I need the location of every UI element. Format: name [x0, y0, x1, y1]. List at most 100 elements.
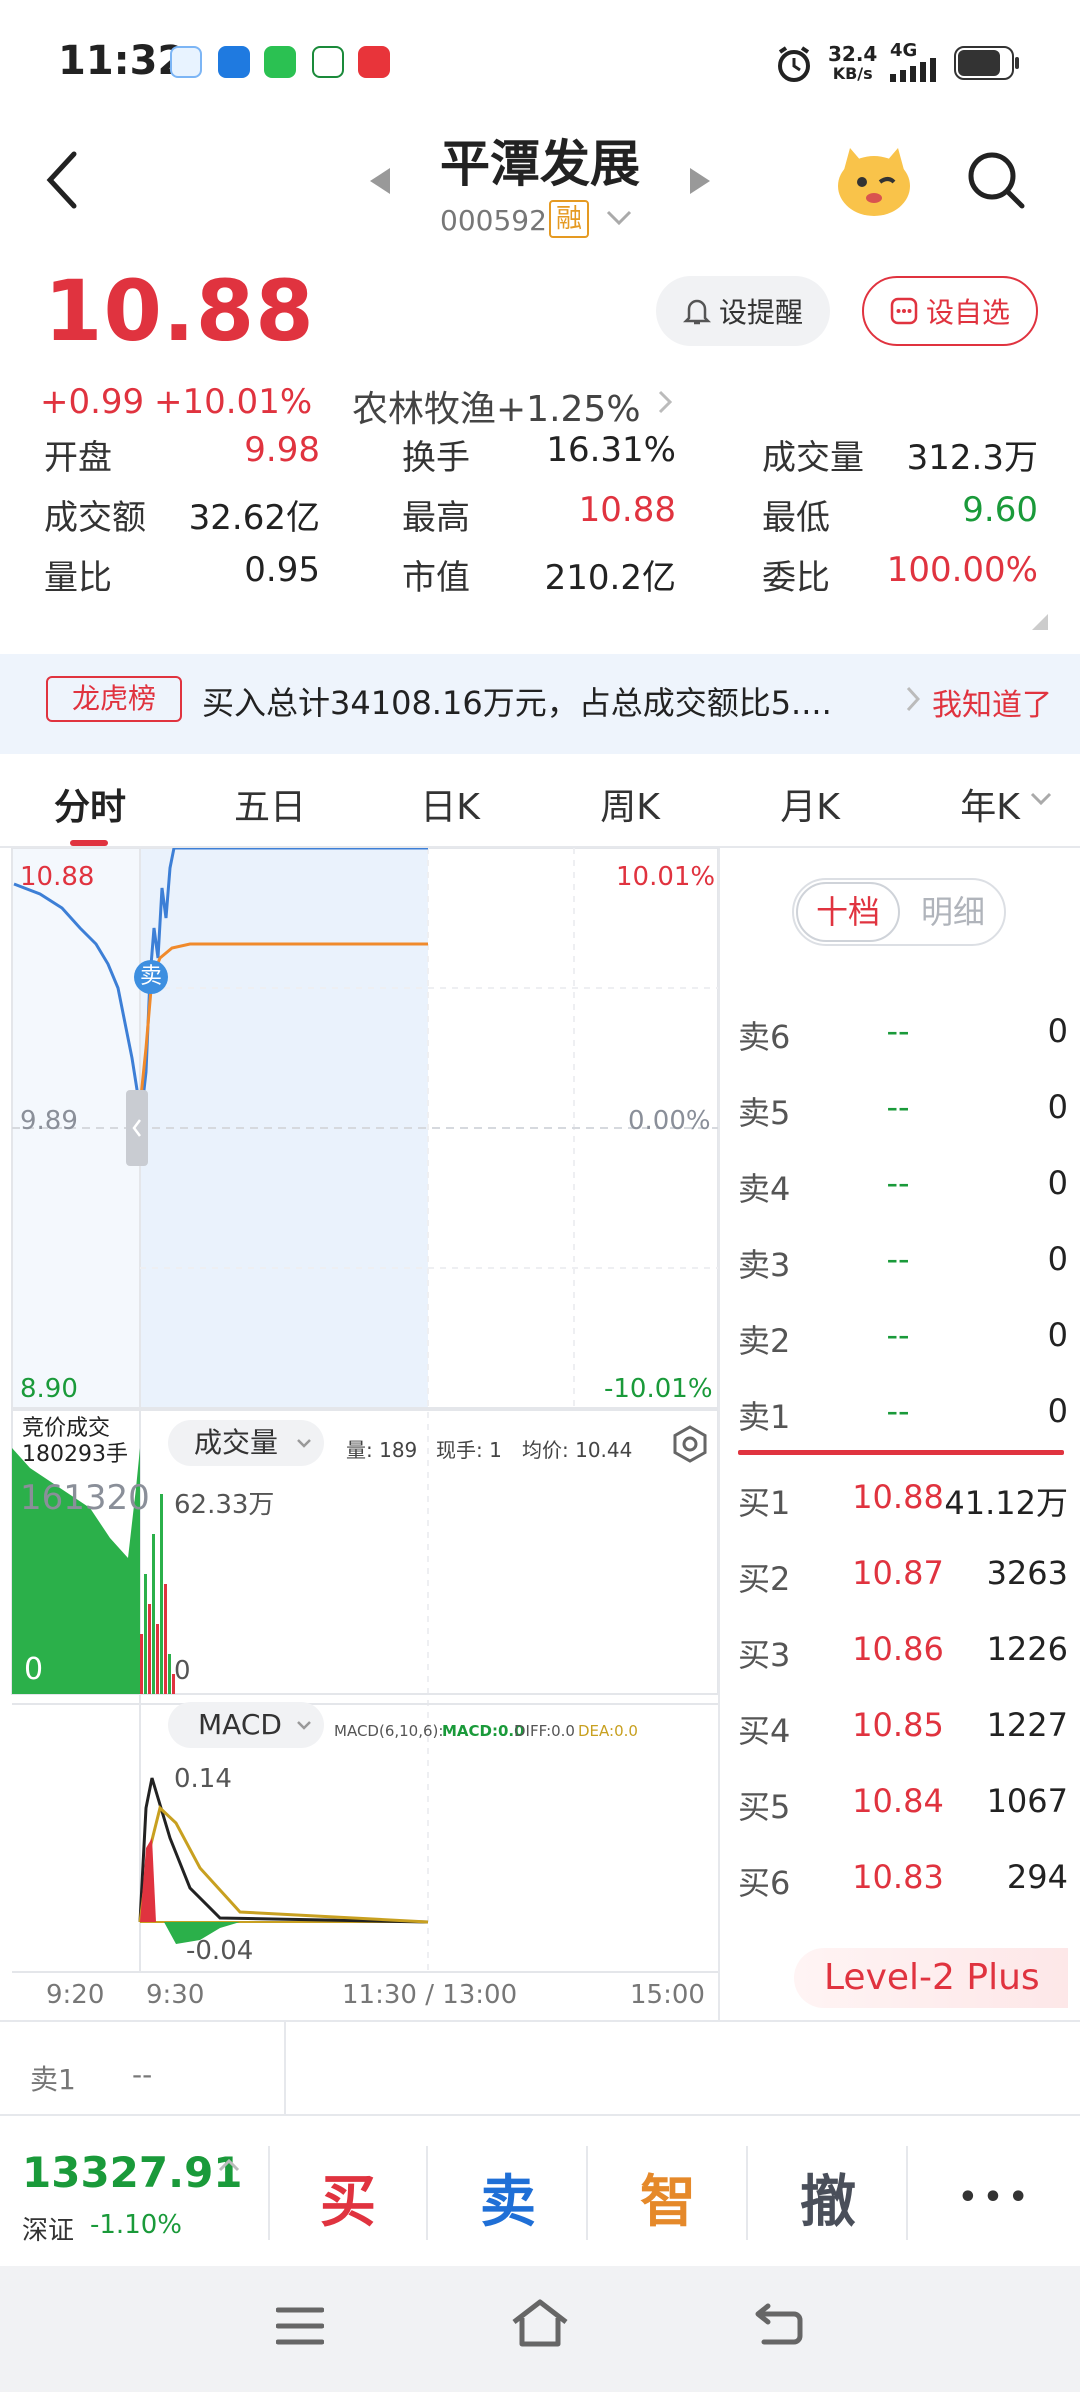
stock-code: 000592	[440, 204, 547, 237]
bid-volume: 1226	[986, 1630, 1068, 1668]
chevron-down-icon	[297, 1721, 311, 1730]
smart-button[interactable]: 智	[588, 2152, 748, 2242]
next-stock-icon[interactable]	[688, 166, 712, 196]
vol-zero-left: 0	[24, 1652, 44, 1687]
cancel-order-button[interactable]: 撤	[748, 2152, 908, 2242]
watchlist-icon	[890, 297, 918, 325]
bid-row[interactable]: 买1 10.88 41.12万	[738, 1478, 1068, 1554]
price-high-label: 10.88	[20, 862, 95, 892]
dragon-tiger-tag: 龙虎榜	[46, 676, 182, 722]
search-icon[interactable]	[966, 150, 1026, 210]
tab-period-3[interactable]: 周K	[550, 778, 710, 830]
notice-chevron-icon	[906, 686, 920, 712]
stat-value: 10.88	[578, 490, 676, 530]
more-button[interactable]: •••	[916, 2152, 1076, 2242]
bid-volume: 294	[1006, 1858, 1068, 1896]
status-bar: 11:32 32.4 KB/s 4G	[0, 0, 1080, 120]
ask-row[interactable]: 卖4 -- 0	[738, 1164, 1068, 1240]
ask-label: 卖2	[738, 1322, 791, 1360]
mascot-icon[interactable]	[834, 140, 914, 220]
index-ticker[interactable]: 13327.91 深证 -1.10%	[0, 2116, 268, 2266]
home-icon[interactable]	[510, 2298, 570, 2348]
index-change: -1.10%	[90, 2210, 182, 2240]
bid-row[interactable]: 买5 10.84 1067	[738, 1782, 1068, 1858]
add-watchlist-label: 设自选	[925, 296, 1010, 329]
buy-button[interactable]: 买	[268, 2152, 428, 2242]
ask-row[interactable]: 卖1 -- 0	[738, 1392, 1068, 1468]
stat-value: 210.2亿	[544, 558, 676, 598]
ask-label: 卖6	[738, 1018, 791, 1056]
signal-icon	[890, 58, 936, 82]
tab-intraday[interactable]: 分时	[10, 778, 170, 830]
dismiss-notice-button[interactable]: 我知道了	[932, 680, 1052, 724]
cloud-app-icon	[218, 46, 250, 78]
ask-row[interactable]: 卖2 -- 0	[738, 1316, 1068, 1392]
ask-row[interactable]: 卖3 -- 0	[738, 1240, 1068, 1316]
tab-more-chevron-icon[interactable]	[1030, 792, 1052, 806]
stat-label: 换手	[402, 438, 470, 478]
volume-bar	[164, 1584, 167, 1694]
sector-name: 农林牧渔	[352, 389, 497, 430]
volume-bar	[140, 1634, 143, 1694]
wechat-icon	[264, 46, 296, 78]
menu-icon[interactable]	[276, 2306, 324, 2346]
bid-price: 10.88	[852, 1478, 944, 1516]
vol-zero-right: 0	[174, 1656, 191, 1686]
corner-expand-icon[interactable]	[1030, 612, 1050, 632]
tab-period-4[interactable]: 月K	[730, 778, 890, 830]
bid-price: 10.83	[852, 1858, 944, 1896]
bid-label: 买3	[738, 1636, 791, 1674]
bid-volume: 1227	[986, 1706, 1068, 1744]
ask-volume: 0	[1047, 1164, 1068, 1202]
bid-price: 10.84	[852, 1782, 944, 1820]
sector-link[interactable]: 农林牧渔+1.25%	[352, 380, 641, 432]
current-price: 10.88	[44, 262, 315, 360]
auction-volume: 180293手	[22, 1442, 128, 1467]
bid-price: 10.86	[852, 1630, 944, 1668]
tab-details[interactable]: 明细	[904, 882, 1002, 942]
vol-max-right: 62.33万	[174, 1490, 275, 1520]
ask-label: 卖3	[738, 1246, 791, 1284]
macd-high: 0.14	[174, 1764, 232, 1794]
ask-price: --	[886, 1164, 910, 1202]
macd-indicator-select[interactable]: MACD	[168, 1702, 324, 1748]
bid-row[interactable]: 买2 10.87 3263	[738, 1554, 1068, 1630]
tab-ten-levels[interactable]: 十档	[796, 882, 900, 942]
ticker-label: 卖1	[30, 2063, 76, 2096]
pct-low-label: -10.01%	[604, 1374, 713, 1404]
volume-indicator-select[interactable]: 成交量	[168, 1420, 324, 1466]
bid-price: 10.87	[852, 1554, 944, 1592]
ask-row[interactable]: 卖6 -- 0	[738, 1012, 1068, 1088]
macd-params: MACD(6,10,6):	[334, 1722, 444, 1740]
settings-icon[interactable]	[670, 1424, 710, 1464]
chevron-down-icon[interactable]	[606, 210, 632, 226]
level2-plus-button[interactable]: Level-2 Plus	[794, 1948, 1068, 2008]
sell-button[interactable]: 卖	[428, 2152, 588, 2242]
back-nav-icon[interactable]	[754, 2302, 804, 2346]
stat-label: 委比	[762, 558, 830, 598]
tab-period-2[interactable]: 日K	[370, 778, 530, 830]
set-alert-label: 设提醒	[718, 296, 803, 329]
stat-value: 100.00%	[886, 550, 1038, 590]
price-change-pct: +10.01%	[154, 382, 313, 422]
set-alert-button[interactable]: 设提醒	[656, 276, 830, 346]
price-mid-label: 9.89	[20, 1106, 78, 1136]
time-label: 9:20	[46, 1980, 105, 2010]
stat-value: 9.60	[962, 490, 1038, 530]
ask-row[interactable]: 卖5 -- 0	[738, 1088, 1068, 1164]
macd-value: MACD:0.0	[442, 1722, 525, 1740]
chevron-left-icon	[132, 1119, 141, 1137]
collapse-auction-handle[interactable]	[126, 1090, 148, 1166]
price-low-label: 8.90	[20, 1374, 78, 1404]
sell-marker[interactable]: 卖	[134, 960, 168, 994]
stat-label: 市值	[402, 558, 470, 598]
tab-period-1[interactable]: 五日	[190, 778, 350, 830]
bid-row[interactable]: 买3 10.86 1226	[738, 1630, 1068, 1706]
stat-label: 成交额	[44, 498, 146, 538]
ask-volume: 0	[1047, 1392, 1068, 1430]
volume-bar	[160, 1494, 163, 1694]
bid-row[interactable]: 买4 10.85 1227	[738, 1706, 1068, 1782]
bid-row[interactable]: 买6 10.83 294	[738, 1858, 1068, 1934]
alarm-icon	[778, 46, 810, 82]
add-watchlist-button[interactable]: 设自选	[862, 276, 1038, 346]
